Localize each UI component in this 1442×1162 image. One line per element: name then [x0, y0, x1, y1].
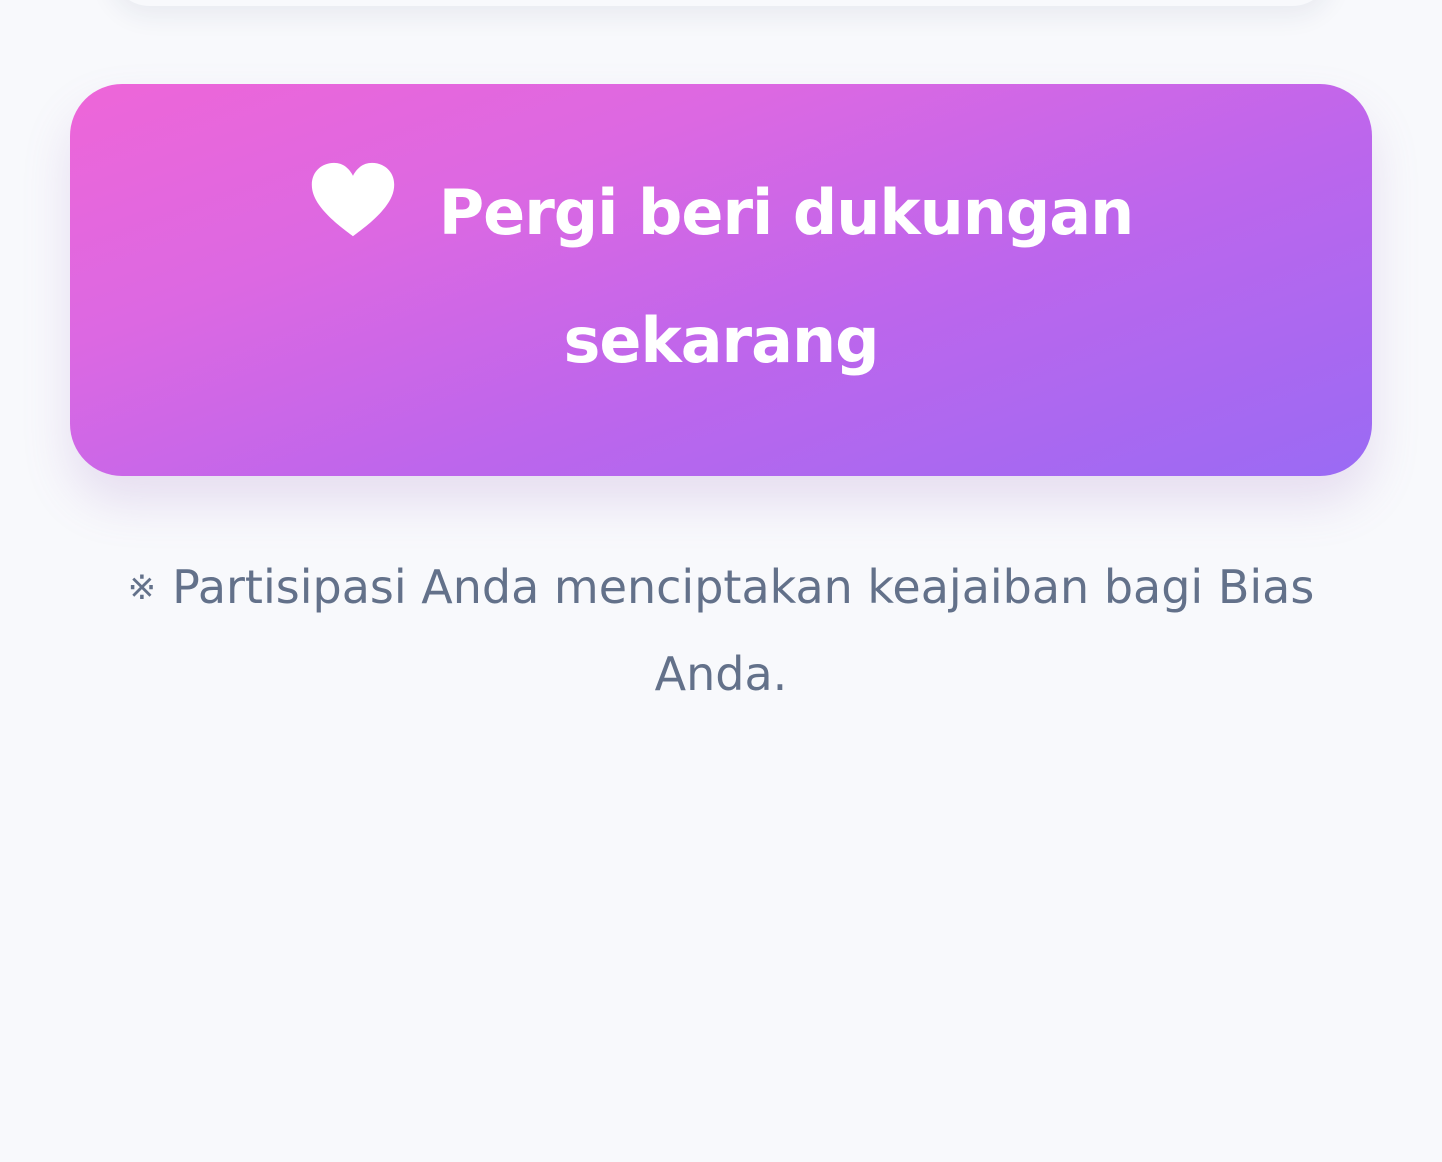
heart-icon	[311, 162, 394, 237]
support-now-button[interactable]: Pergi beri dukungan sekarang	[70, 84, 1372, 476]
participation-note: ※ Partisipasi Anda menciptakan keajaiban …	[110, 544, 1332, 717]
support-now-label: Pergi beri dukungan sekarang	[438, 176, 1135, 377]
support-now-label-wrap: Pergi beri dukungan sekarang	[220, 149, 1222, 405]
previous-card-edge	[110, 0, 1332, 6]
participation-note-text: Partisipasi Anda menciptakan keajaiban b…	[172, 560, 1315, 701]
reference-mark: ※	[127, 568, 157, 608]
